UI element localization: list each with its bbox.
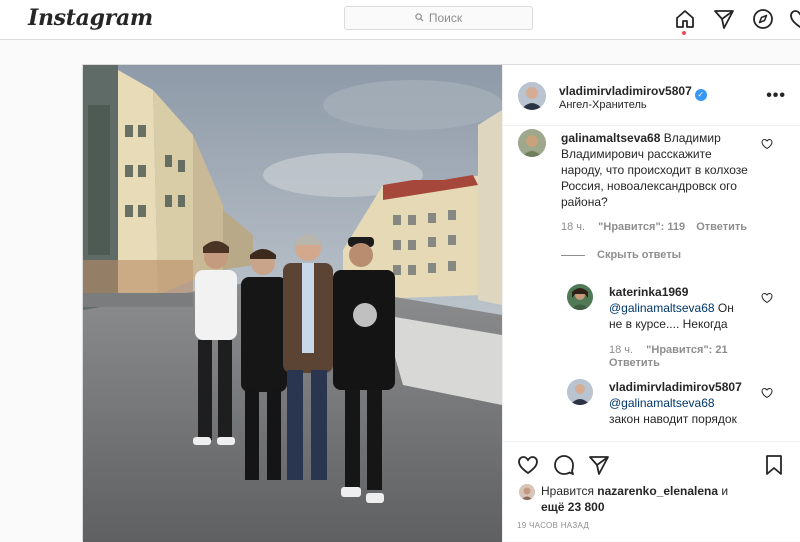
direct-messages-icon[interactable]	[713, 8, 735, 30]
home-icon[interactable]	[674, 8, 696, 30]
reply-avatar[interactable]	[567, 284, 593, 310]
search-input[interactable]: Поиск	[344, 6, 533, 30]
comment-like-count[interactable]: "Нравится": 119	[598, 221, 685, 233]
likes-prefix: Нравится	[541, 484, 598, 498]
reply-reply-button[interactable]: Ответить	[609, 357, 660, 369]
reply-text: vladimirvladimirov5807 @galinamaltseva68…	[609, 379, 759, 427]
hide-replies-divider	[561, 255, 585, 256]
comment-age[interactable]: 18 ч.	[561, 221, 585, 233]
reply-like-heart-icon[interactable]	[761, 386, 773, 399]
hide-replies-button[interactable]: Скрыть ответы	[597, 249, 681, 261]
likes-others-count[interactable]: ещё 23 800	[541, 500, 605, 514]
comment-meta: 18 ч. "Нравится": 119 Ответить	[561, 221, 747, 233]
comment-avatar[interactable]	[518, 129, 546, 157]
search-placeholder: Поиск	[428, 11, 463, 25]
liker-avatar[interactable]	[519, 484, 535, 500]
reply-text: katerinka1969 @galinamaltseva68 Он не в …	[609, 284, 744, 332]
comment-icon[interactable]	[553, 454, 575, 476]
reply-mention[interactable]: @galinamaltseva68	[609, 396, 715, 410]
reply-like-heart-icon[interactable]	[761, 291, 773, 304]
verified-badge-icon: ✓	[694, 89, 707, 101]
post-actions: Нравится nazarenko_elenalena и ещё 23 80…	[503, 441, 800, 542]
activity-heart-icon[interactable]	[789, 8, 800, 30]
reply-mention[interactable]: @galinamaltseva68	[609, 301, 715, 315]
comment-username[interactable]: galinamaltseva68	[561, 131, 660, 145]
more-options-icon[interactable]: •••	[766, 87, 786, 105]
top-navigation-bar: Instagram Поиск	[0, 0, 800, 40]
author-subtitle[interactable]: Ангел-Хранитель	[559, 99, 647, 111]
home-notification-dot	[682, 31, 686, 35]
reply-meta: 18 ч. "Нравится": 21 Ответить	[609, 344, 739, 370]
reply-age[interactable]: 18 ч.	[609, 344, 633, 356]
explore-icon[interactable]	[752, 8, 774, 30]
reply-button[interactable]: Ответить	[696, 221, 747, 233]
search-icon	[415, 11, 424, 25]
liker-username[interactable]: nazarenko_elenalena	[597, 484, 718, 498]
comment-like-heart-icon[interactable]	[761, 137, 773, 150]
comment-text: galinamaltseva68 Владимир Владимирович р…	[561, 130, 751, 210]
like-heart-icon[interactable]	[517, 454, 539, 476]
post-card: vladimirvladimirov5807 ✓ Ангел-Хранитель …	[82, 64, 800, 542]
reply-username[interactable]: katerinka1969	[609, 285, 688, 299]
author-username[interactable]: vladimirvladimirov5807	[559, 84, 692, 98]
post-time-ago[interactable]: 19 часов назад	[517, 521, 589, 530]
author-avatar[interactable]	[518, 82, 546, 110]
likes-suffix: и	[718, 484, 729, 498]
post-details-panel: vladimirvladimirov5807 ✓ Ангел-Хранитель …	[502, 65, 800, 542]
post-header: vladimirvladimirov5807 ✓ Ангел-Хранитель …	[503, 65, 800, 126]
reply-body: закон наводит порядок	[609, 412, 737, 426]
reply-username[interactable]: vladimirvladimirov5807	[609, 380, 742, 394]
save-bookmark-icon[interactable]	[763, 454, 785, 476]
reply-like-count[interactable]: "Нравится": 21	[646, 344, 727, 356]
instagram-logo[interactable]: Instagram	[28, 5, 153, 31]
post-photo[interactable]	[83, 65, 502, 542]
likes-summary: Нравится nazarenko_elenalena и ещё 23 80…	[541, 483, 781, 515]
share-icon[interactable]	[588, 454, 610, 476]
reply-avatar[interactable]	[567, 379, 593, 405]
